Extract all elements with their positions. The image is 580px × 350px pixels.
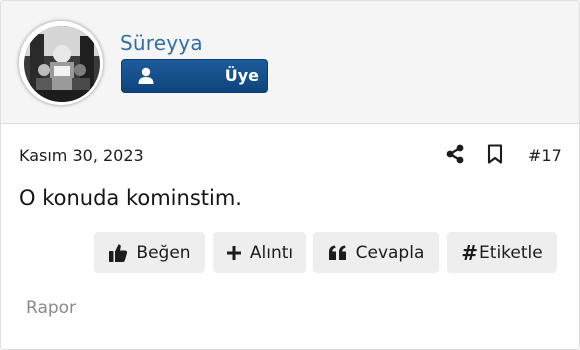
tag-button[interactable]: # Etiketle [447, 232, 557, 273]
bookmark-icon[interactable] [487, 144, 503, 164]
post-date[interactable]: Kasım 30, 2023 [19, 146, 144, 165]
quote-button[interactable]: Alıntı [213, 232, 306, 273]
username[interactable]: Süreyya [120, 31, 203, 55]
avatar[interactable] [18, 20, 104, 106]
reply-label: Cevapla [355, 242, 425, 263]
thumbs-up-icon [109, 243, 128, 262]
person-icon [138, 67, 154, 84]
role-label: Üye [224, 66, 259, 85]
reply-button[interactable]: Cevapla [313, 232, 439, 273]
avatar-photo [24, 26, 100, 102]
role-badge: Üye [121, 59, 268, 93]
share-icon[interactable] [445, 144, 465, 164]
tag-label: Etiketle [479, 242, 543, 263]
report-link[interactable]: Rapor [26, 298, 76, 318]
hashtag-icon: # [461, 240, 479, 265]
post-body: O konuda kominstim. [19, 186, 242, 210]
user-header: Süreyya Üye [1, 1, 579, 124]
post-card: Süreyya Üye Kasım 30, 2023 #17 O konuda … [0, 0, 580, 350]
quote-marks-icon [328, 245, 346, 260]
quote-label: Alıntı [249, 242, 294, 263]
post-number[interactable]: #17 [528, 146, 562, 165]
like-label: Beğen [136, 242, 191, 263]
like-button[interactable]: Beğen [94, 232, 205, 273]
plus-icon [226, 245, 241, 260]
